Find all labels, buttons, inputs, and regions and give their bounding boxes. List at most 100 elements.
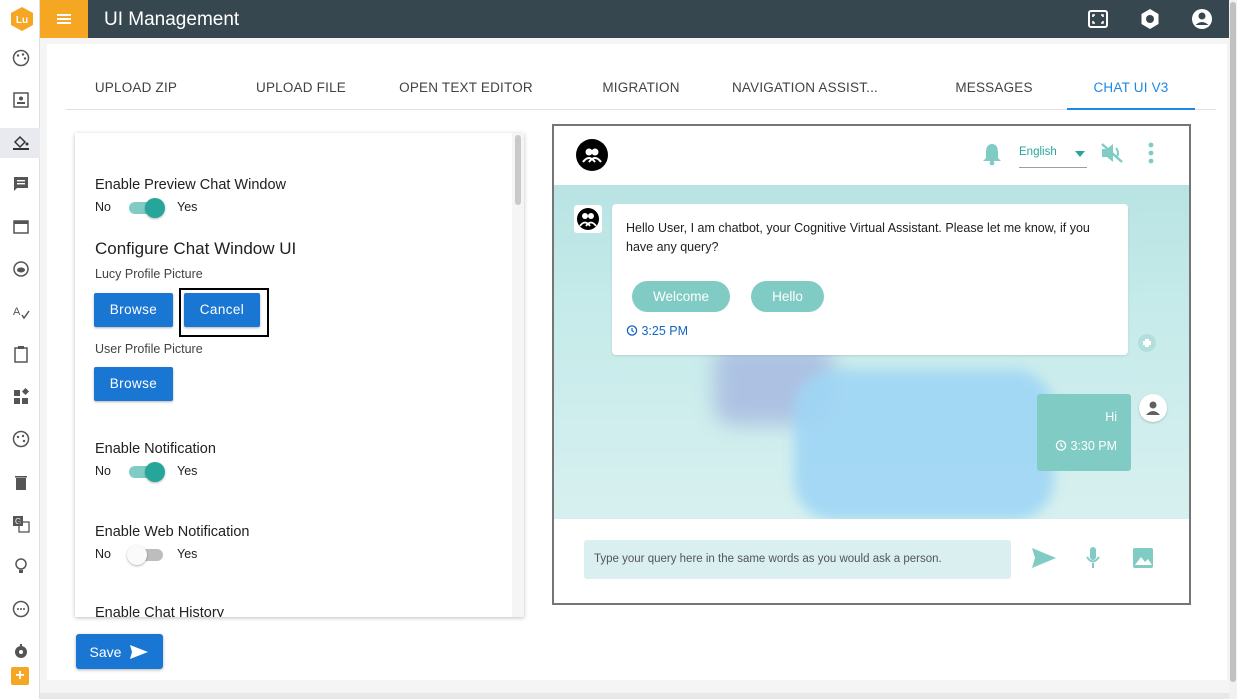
tab-upload-zip[interactable]: UPLOAD ZIP [66, 68, 206, 110]
user-avatar-icon [1139, 394, 1167, 422]
query-input[interactable]: Type your query here in the same words a… [584, 540, 1011, 579]
user-message-time: 3:30 PM [1055, 439, 1117, 453]
notification-label: Enable Notification [95, 441, 216, 457]
rail-palette2-icon[interactable] [10, 428, 32, 450]
web-notification-no-label: No [95, 547, 111, 561]
tab-navigation-assist[interactable]: NAVIGATION ASSIST... [716, 68, 894, 110]
configure-heading: Configure Chat Window UI [95, 239, 297, 258]
save-label: Save [89, 643, 122, 660]
notification-toggle[interactable] [129, 462, 165, 482]
hamburger-icon [57, 14, 71, 24]
user-message-bubble: Hi 3:30 PM [1037, 394, 1131, 471]
left-rail: Lu A G + [0, 0, 40, 699]
alarm-icon [1055, 440, 1067, 451]
main-card: UPLOAD ZIP UPLOAD FILE OPEN TEXT EDITOR … [47, 44, 1227, 680]
lucy-picture-label: Lucy Profile Picture [95, 267, 203, 281]
language-value: English [1019, 146, 1057, 158]
content-area: UPLOAD ZIP UPLOAD FILE OPEN TEXT EDITOR … [40, 38, 1229, 693]
bot-avatar [574, 205, 602, 233]
tab-chat-ui-v3[interactable]: CHAT UI V3 [1067, 68, 1195, 110]
settings-scroll-thumb[interactable] [515, 135, 521, 205]
notification-no-label: No [95, 464, 111, 478]
page-title: UI Management [104, 9, 240, 30]
rail-spellcheck-icon[interactable]: A [10, 301, 32, 323]
bot-message-bubble: Hello User, I am chatbot, your Cognitive… [612, 204, 1128, 355]
rail-paint-bucket-icon[interactable] [10, 131, 32, 153]
rail-trash-icon[interactable] [10, 471, 32, 493]
rail-chat-icon[interactable] [10, 173, 32, 195]
alarm-icon [626, 325, 638, 336]
more-vert-icon[interactable] [1148, 142, 1154, 164]
chat-body: Hello User, I am chatbot, your Cognitive… [554, 185, 1189, 519]
send-icon[interactable] [1031, 547, 1057, 569]
rail-dots-circle-icon[interactable] [10, 598, 32, 620]
rail-widgets-icon[interactable] [10, 386, 32, 408]
settings-gear-icon[interactable] [1139, 8, 1161, 30]
user-browse-button[interactable]: Browse [94, 367, 173, 401]
toggle-knob [145, 462, 165, 482]
bot-time-text: 3:25 PM [641, 324, 689, 338]
mute-icon[interactable] [1100, 142, 1124, 164]
bot-logo-icon [576, 139, 608, 171]
image-icon[interactable] [1132, 547, 1154, 569]
rail-palette-icon[interactable] [10, 47, 32, 69]
rail-clipboard-icon[interactable] [10, 343, 32, 365]
user-picture-label: User Profile Picture [95, 342, 203, 356]
chat-footer: Type your query here in the same words a… [554, 519, 1189, 603]
user-message-text: Hi [1105, 410, 1117, 424]
chevron-down-icon [1075, 151, 1085, 157]
preview-no-label: No [95, 200, 111, 214]
rail-lightbulb-icon[interactable] [10, 555, 32, 577]
page-scrollbar[interactable] [1229, 0, 1237, 699]
tab-messages[interactable]: MESSAGES [924, 68, 1064, 110]
bell-icon[interactable] [981, 142, 1003, 166]
preview-yes-label: Yes [177, 200, 198, 214]
account-icon[interactable] [1191, 8, 1213, 30]
language-select[interactable]: English [1019, 146, 1087, 168]
chat-history-label: Enable Chat History [95, 605, 224, 617]
save-button[interactable]: Save [76, 634, 163, 669]
fullscreen-icon[interactable] [1087, 8, 1109, 30]
preview-toggle[interactable] [129, 198, 165, 218]
user-time-text: 3:30 PM [1070, 439, 1117, 453]
background-blob [794, 370, 1054, 519]
bot-message-time: 3:25 PM [626, 324, 688, 338]
chat-preview-window: English Hello User, I am chatbot, your C… [552, 124, 1191, 605]
bot-message-text: Hello User, I am chatbot, your Cognitive… [626, 221, 1090, 254]
top-bar: UI Management [40, 0, 1229, 38]
print-icon[interactable] [1138, 334, 1156, 352]
rail-contact-icon[interactable] [10, 89, 32, 111]
preview-label: Enable Preview Chat Window [95, 177, 287, 193]
toggle-knob [127, 545, 147, 565]
web-notification-yes-label: Yes [177, 547, 198, 561]
web-notification-toggle[interactable] [127, 545, 163, 565]
notification-yes-label: Yes [177, 464, 198, 478]
bottom-border [40, 693, 1229, 699]
microphone-icon[interactable] [1085, 546, 1101, 570]
tab-bar: UPLOAD ZIP UPLOAD FILE OPEN TEXT EDITOR … [66, 68, 1216, 110]
tab-open-text-editor[interactable]: OPEN TEXT EDITOR [386, 68, 546, 110]
chip-hello[interactable]: Hello [751, 281, 824, 312]
rail-cloud-icon[interactable] [10, 258, 32, 280]
rail-gear-icon[interactable] [10, 640, 32, 662]
bot-avatar-icon [577, 208, 599, 230]
send-icon [130, 644, 149, 659]
toggle-knob [145, 198, 165, 218]
tab-upload-file[interactable]: UPLOAD FILE [221, 68, 381, 110]
page-scroll-thumb[interactable] [1230, 2, 1236, 682]
svg-text:A: A [13, 306, 21, 318]
svg-text:Lu: Lu [16, 15, 28, 26]
lucy-browse-button[interactable]: Browse [94, 293, 173, 327]
chip-welcome[interactable]: Welcome [632, 281, 730, 312]
menu-button[interactable] [40, 0, 88, 38]
rail-add-icon[interactable]: + [11, 667, 29, 685]
chat-header: English [554, 126, 1189, 185]
lucy-cancel-button[interactable]: Cancel [184, 293, 260, 327]
app-logo-icon[interactable]: Lu [9, 6, 35, 32]
settings-panel: Enable Preview Chat Window No Yes Config… [75, 133, 524, 617]
rail-translate-icon[interactable]: G [10, 513, 32, 535]
web-notification-label: Enable Web Notification [95, 524, 250, 540]
tab-migration[interactable]: MIGRATION [571, 68, 711, 110]
rail-window-icon[interactable] [10, 216, 32, 238]
settings-scrollbar[interactable] [512, 133, 524, 617]
